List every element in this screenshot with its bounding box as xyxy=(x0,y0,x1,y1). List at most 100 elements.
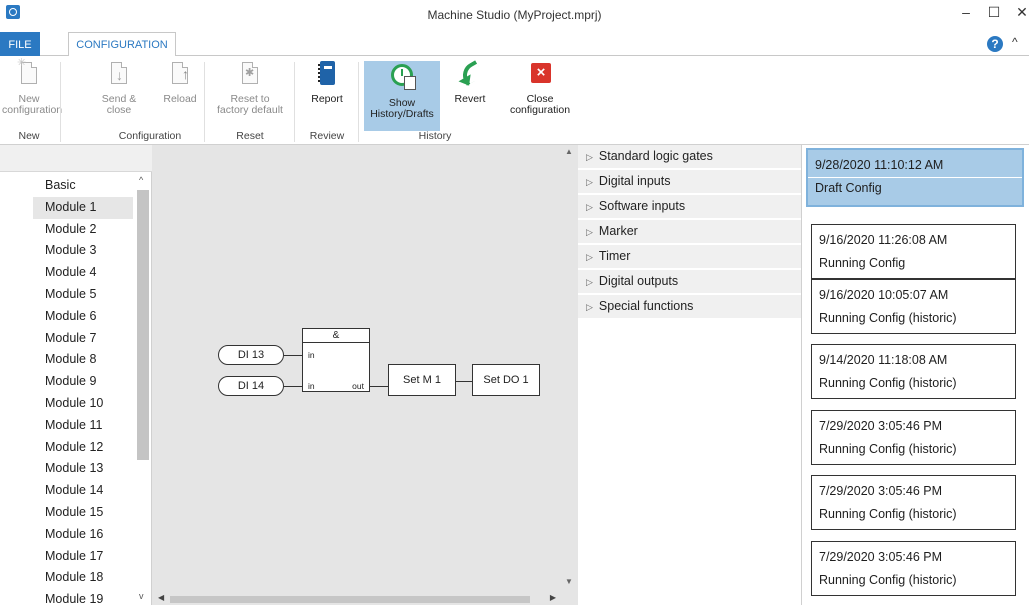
module-item[interactable]: Module 11 xyxy=(33,415,133,437)
toolbox-category[interactable]: ▷ Standard logic gates xyxy=(578,145,801,170)
module-item[interactable]: Module 14 xyxy=(33,480,133,502)
module-list-scrollbar[interactable]: ^ v xyxy=(136,175,150,605)
input-di14[interactable]: DI 14 xyxy=(218,376,284,396)
scroll-down-icon[interactable]: ▼ xyxy=(565,577,573,586)
expand-triangle-icon: ▷ xyxy=(586,252,593,262)
module-item[interactable]: Module 5 xyxy=(33,284,133,306)
module-list: Basic Module 1 Module 2 Module 3 Module 4 Mod… xyxy=(33,175,133,611)
history-status: Running Config xyxy=(819,256,906,270)
module-item[interactable]: Module 18 xyxy=(33,567,133,589)
module-item[interactable]: Basic xyxy=(33,175,133,197)
module-item[interactable]: Module 9 xyxy=(33,371,133,393)
history-date: 9/28/2020 11:10:12 AM xyxy=(815,158,944,172)
toolbox-category[interactable]: ▷ Timer xyxy=(578,245,801,270)
ribbon-tabs: FILE CONFIGURATION ? ^ xyxy=(0,32,1029,57)
module-item[interactable]: Module 10 xyxy=(33,393,133,415)
scrollbar-thumb[interactable] xyxy=(170,596,530,603)
scroll-up-icon[interactable]: ▲ xyxy=(565,147,573,156)
reload-button[interactable]: ↑ Reload xyxy=(158,60,202,130)
expand-triangle-icon: ▷ xyxy=(586,177,593,187)
history-entry[interactable]: 7/29/2020 3:05:46 PM Running Config (hist… xyxy=(811,475,1016,530)
toolbox-category[interactable]: ▷ Software inputs xyxy=(578,195,801,220)
history-entry[interactable]: 9/16/2020 10:05:07 AM Running Config (his… xyxy=(811,279,1016,334)
window-title: Machine Studio (MyProject.mprj) xyxy=(427,8,602,22)
toolbox-category-label: Standard logic gates xyxy=(598,149,713,163)
reset-document-icon xyxy=(242,62,258,84)
minimize-button[interactable]: – xyxy=(956,4,976,20)
close-window-button[interactable]: ✕ xyxy=(1012,4,1029,21)
block-set-m1[interactable]: Set M 1 xyxy=(388,364,456,396)
input-di13[interactable]: DI 13 xyxy=(218,345,284,365)
scroll-down-icon[interactable]: v xyxy=(139,591,144,601)
toolbox-panel: ▷ Standard logic gates ▷ Digital inputs ▷ Sof… xyxy=(578,145,801,605)
close-red-icon: × xyxy=(531,63,551,83)
history-entry[interactable]: 7/29/2020 3:05:46 PM Running Config (hist… xyxy=(811,541,1016,596)
module-item[interactable]: Module 19 xyxy=(33,589,133,611)
history-status: Running Config (historic) xyxy=(819,311,957,325)
history-date: 7/29/2020 3:05:46 PM xyxy=(819,419,943,433)
module-item[interactable]: Module 2 xyxy=(33,219,133,241)
history-entry[interactable]: 7/29/2020 3:05:46 PM Running Config (hist… xyxy=(811,410,1016,465)
send-close-button[interactable]: ↓ Send & close xyxy=(97,60,141,130)
scroll-right-icon[interactable]: ▶ xyxy=(550,593,556,602)
module-item[interactable]: Module 4 xyxy=(33,262,133,284)
tab-file[interactable]: FILE xyxy=(0,32,40,56)
module-pane: Basic Module 1 Module 2 Module 3 Module 4 Mod… xyxy=(0,145,152,606)
canvas-horizontal-scrollbar[interactable]: ◀ ▶ xyxy=(152,593,560,605)
history-status: Running Config (historic) xyxy=(819,442,957,456)
maximize-button[interactable]: ☐ xyxy=(984,4,1004,21)
toolbox-category-label: Digital outputs xyxy=(598,274,679,288)
expand-triangle-icon: ▷ xyxy=(586,302,593,312)
module-item[interactable]: Module 8 xyxy=(33,349,133,371)
toolbox-category-label: Software inputs xyxy=(598,199,686,213)
history-date: 9/14/2020 11:18:08 AM xyxy=(819,353,948,367)
toolbox-category[interactable]: ▷ Marker xyxy=(578,220,801,245)
module-item[interactable]: Module 13 xyxy=(33,458,133,480)
help-icon[interactable]: ? xyxy=(987,36,1003,52)
ribbon: ✳ New configuration New ↓ Send & close ↑ R… xyxy=(0,56,1029,145)
toolbox-category-label: Special functions xyxy=(598,299,694,313)
gate-symbol: & xyxy=(303,329,369,343)
history-entry[interactable]: 9/28/2020 11:10:12 AM Draft Config xyxy=(806,148,1024,207)
new-configuration-button[interactable]: ✳ New configuration xyxy=(2,57,62,130)
expand-triangle-icon: ▷ xyxy=(586,202,593,212)
module-item[interactable]: Module 7 xyxy=(33,328,133,350)
canvas-vertical-scrollbar[interactable]: ▲ ▼ xyxy=(560,145,578,605)
module-item[interactable]: Module 3 xyxy=(33,240,133,262)
and-gate[interactable]: & in in out xyxy=(302,328,370,392)
module-item[interactable]: Module 16 xyxy=(33,524,133,546)
toolbox-category[interactable]: ▷ Special functions xyxy=(578,295,801,320)
module-item[interactable]: Module 17 xyxy=(33,546,133,568)
scrollbar-thumb[interactable] xyxy=(137,190,149,460)
close-configuration-button[interactable]: × Close configuration xyxy=(505,60,575,130)
tab-configuration[interactable]: CONFIGURATION xyxy=(68,32,176,57)
module-item[interactable]: Module 15 xyxy=(33,502,133,524)
history-entry[interactable]: 9/16/2020 11:26:08 AM Running Config xyxy=(811,224,1016,279)
scroll-up-icon[interactable]: ^ xyxy=(139,175,143,185)
toolbox-category[interactable]: ▷ Digital inputs xyxy=(578,170,801,195)
history-date: 7/29/2020 3:05:46 PM xyxy=(819,550,943,564)
module-item[interactable]: Module 6 xyxy=(33,306,133,328)
history-entry[interactable]: 9/14/2020 11:18:08 AM Running Config (his… xyxy=(811,344,1016,399)
collapse-ribbon-icon[interactable]: ^ xyxy=(1012,35,1018,49)
module-item[interactable]: Module 1 xyxy=(33,196,133,219)
expand-triangle-icon: ▷ xyxy=(586,152,593,162)
title-bar: Machine Studio (MyProject.mprj) – ☐ ✕ xyxy=(0,0,1029,32)
reset-factory-default-button[interactable]: Reset tofactory default xyxy=(212,60,288,130)
history-status: Draft Config xyxy=(815,181,882,195)
report-button[interactable]: Report xyxy=(302,60,352,130)
block-set-do1[interactable]: Set DO 1 xyxy=(472,364,540,396)
group-label-configuration: Configuration xyxy=(118,130,182,142)
group-label-reset: Reset xyxy=(236,130,264,142)
toolbox-category-label: Digital inputs xyxy=(598,174,671,188)
logic-canvas[interactable]: DI 13 DI 14 & in in out Set M 1 Set DO 1 xyxy=(152,145,560,593)
expand-triangle-icon: ▷ xyxy=(586,227,593,237)
module-item[interactable]: Module 12 xyxy=(33,437,133,459)
history-date: 9/16/2020 10:05:07 AM xyxy=(819,288,949,302)
toolbox-category[interactable]: ▷ Digital outputs xyxy=(578,270,801,295)
show-history-drafts-button[interactable]: Show History/Drafts xyxy=(364,61,440,131)
revert-button[interactable]: Revert xyxy=(448,60,492,130)
scroll-left-icon[interactable]: ◀ xyxy=(158,593,164,602)
group-label-history: History xyxy=(418,130,452,142)
sparkle-icon: ✳ xyxy=(17,57,27,69)
